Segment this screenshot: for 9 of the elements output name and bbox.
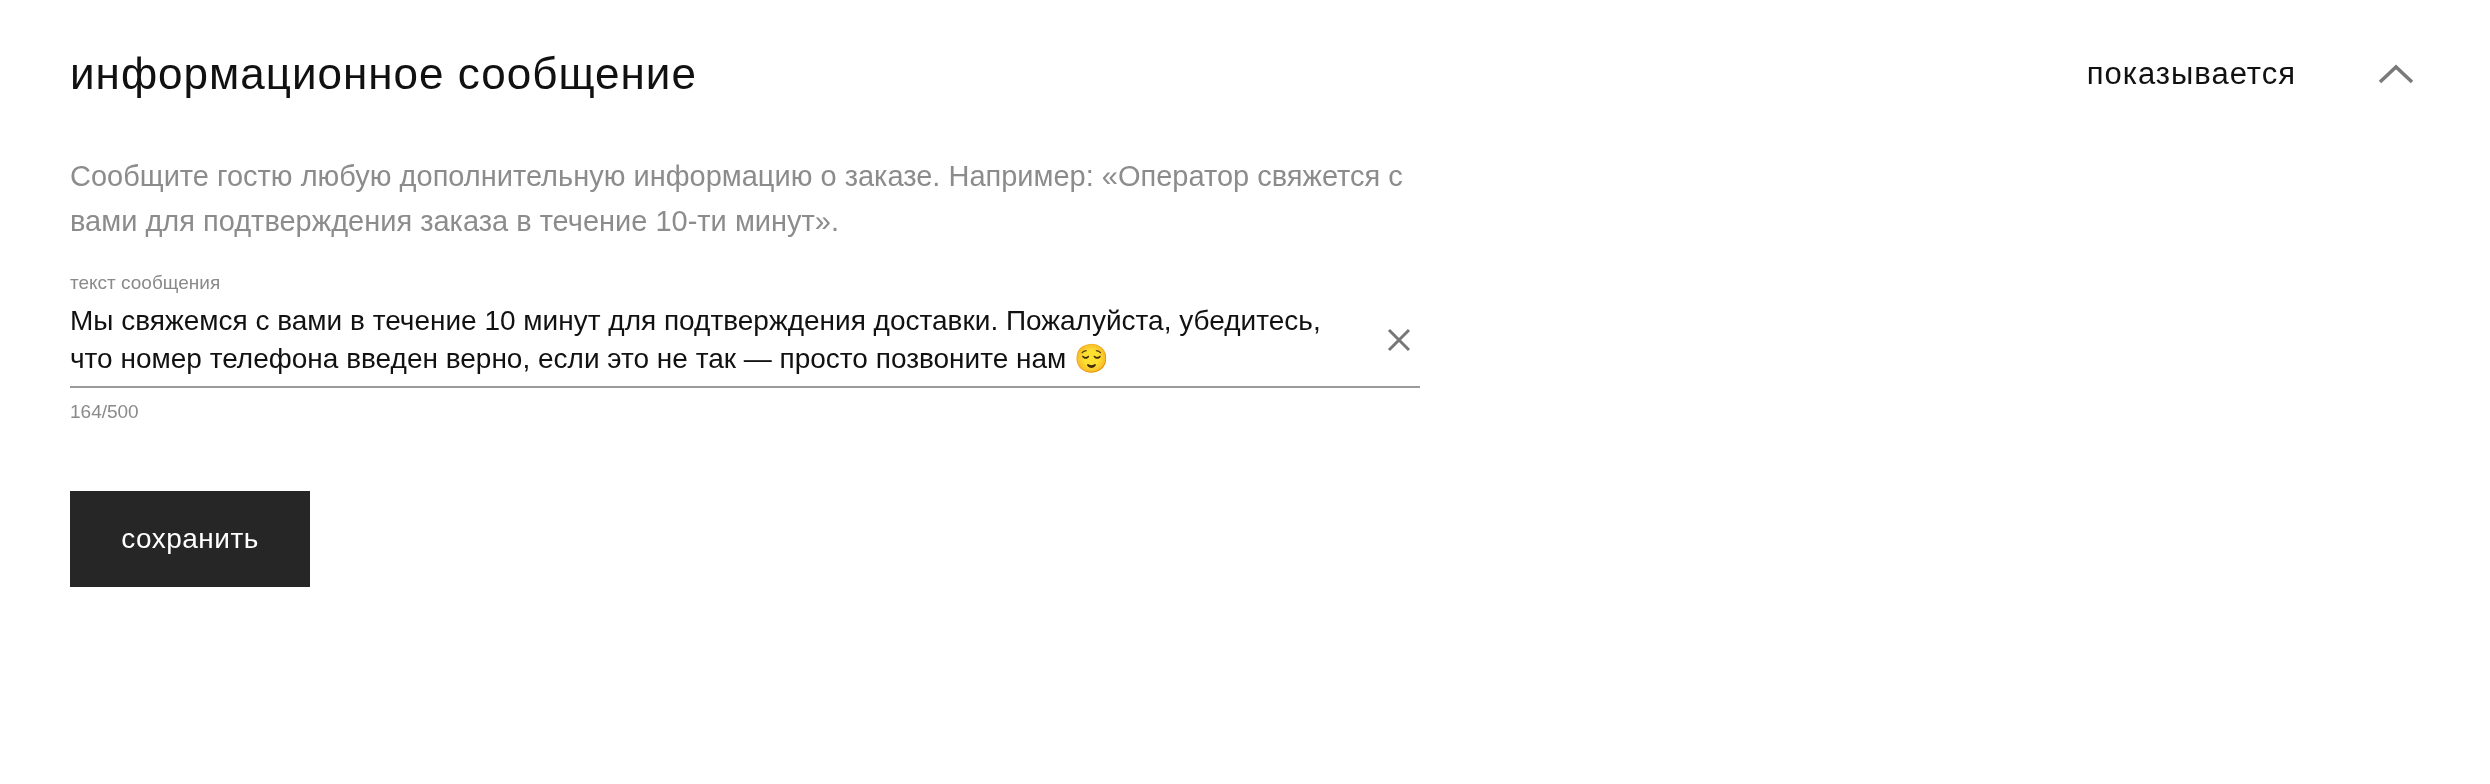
message-field[interactable]: Мы свяжемся с вами в течение 10 минут для подтверждения доставки. Пожалуйста, убедитесь, что номер телефона введен верно, если это не так — просто позвоните нам 😌 bbox=[70, 302, 1420, 388]
save-button[interactable]: сохранить bbox=[70, 490, 310, 587]
clear-icon[interactable] bbox=[1386, 327, 1412, 353]
field-label: текст сообщения bbox=[70, 271, 222, 295]
section-title: информационное сообщение bbox=[70, 48, 697, 100]
description-text: Сообщите гостю любую дополнительную информацию о заказе. Например: «Оператор свяжется с вами для подтверждения заказа в течение 10-ти минут». bbox=[70, 159, 1404, 239]
status-text: показывается bbox=[2086, 54, 2296, 93]
character-counter: 164/500 bbox=[70, 400, 140, 424]
chevron-up-icon bbox=[2378, 64, 2414, 84]
